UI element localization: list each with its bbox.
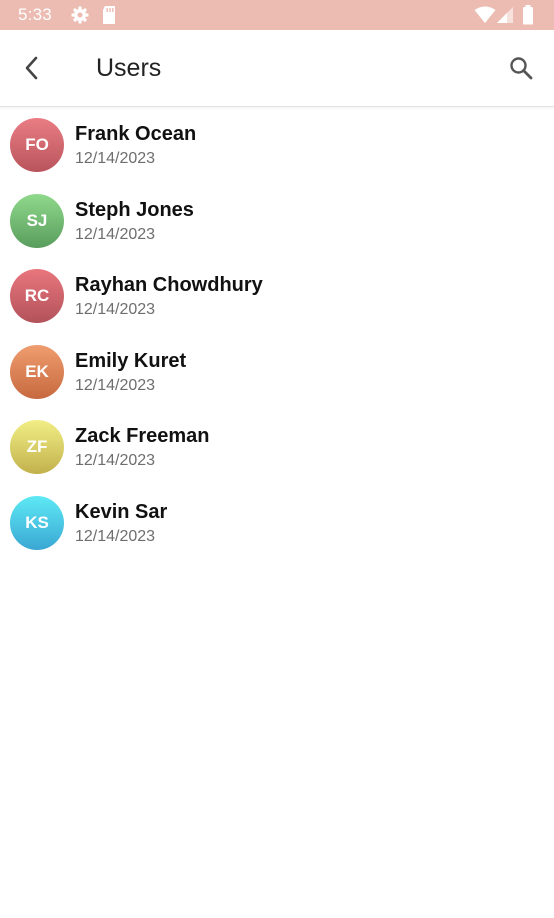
- user-date: 12/14/2023: [75, 527, 156, 545]
- search-button[interactable]: [501, 48, 541, 88]
- user-date: 12/14/2023: [75, 150, 156, 167]
- user-row-rayhan-chowdhury[interactable]: RC Rayhan Chowdhury 12/14/2023: [0, 258, 554, 334]
- avatar: EK: [10, 344, 64, 399]
- search-icon: [510, 57, 533, 80]
- chevron-left-icon: [25, 56, 38, 80]
- sd-card-icon: [101, 5, 117, 30]
- user-row-steph-jones[interactable]: SJ Steph Jones 12/14/2023: [0, 183, 554, 259]
- user-row-zack-freeman[interactable]: ZF Zack Freeman 12/14/2023: [0, 409, 554, 485]
- user-date: 12/14/2023: [75, 301, 156, 319]
- user-name: Zack Freeman: [75, 425, 210, 448]
- user-row-frank-ocean[interactable]: FO Frank Ocean 12/14/2023: [0, 107, 554, 183]
- app-bar: Users: [0, 30, 554, 107]
- back-button[interactable]: [10, 48, 50, 88]
- status-time: 5:33: [18, 5, 52, 24]
- avatar: KS: [10, 495, 64, 550]
- avatar: SJ: [10, 193, 64, 248]
- avatar: FO: [10, 118, 64, 172]
- user-name: Frank Ocean: [75, 123, 197, 145]
- status-bar: 5:33: [0, 0, 554, 30]
- user-name: Rayhan Chowdhury: [75, 274, 263, 297]
- user-name: Kevin Sar: [75, 500, 168, 523]
- avatar: RC: [10, 269, 64, 324]
- user-row-emily-kuret[interactable]: EK Emily Kuret 12/14/2023: [0, 334, 554, 410]
- gear-icon: [70, 5, 90, 30]
- user-name: Steph Jones: [75, 198, 194, 221]
- user-name: Emily Kuret: [75, 349, 187, 372]
- page-title: Users: [96, 54, 162, 82]
- user-list: FO Frank Ocean 12/14/2023 SJ Steph Jones…: [0, 107, 554, 561]
- battery-icon: [522, 5, 534, 30]
- wifi-icon: [474, 6, 496, 29]
- cell-signal-icon: [496, 6, 514, 29]
- user-date: 12/14/2023: [75, 376, 156, 394]
- user-row-kevin-sar[interactable]: KS Kevin Sar 12/14/2023: [0, 485, 554, 561]
- user-date: 12/14/2023: [75, 452, 156, 470]
- user-date: 12/14/2023: [75, 225, 156, 243]
- avatar: ZF: [10, 420, 64, 475]
